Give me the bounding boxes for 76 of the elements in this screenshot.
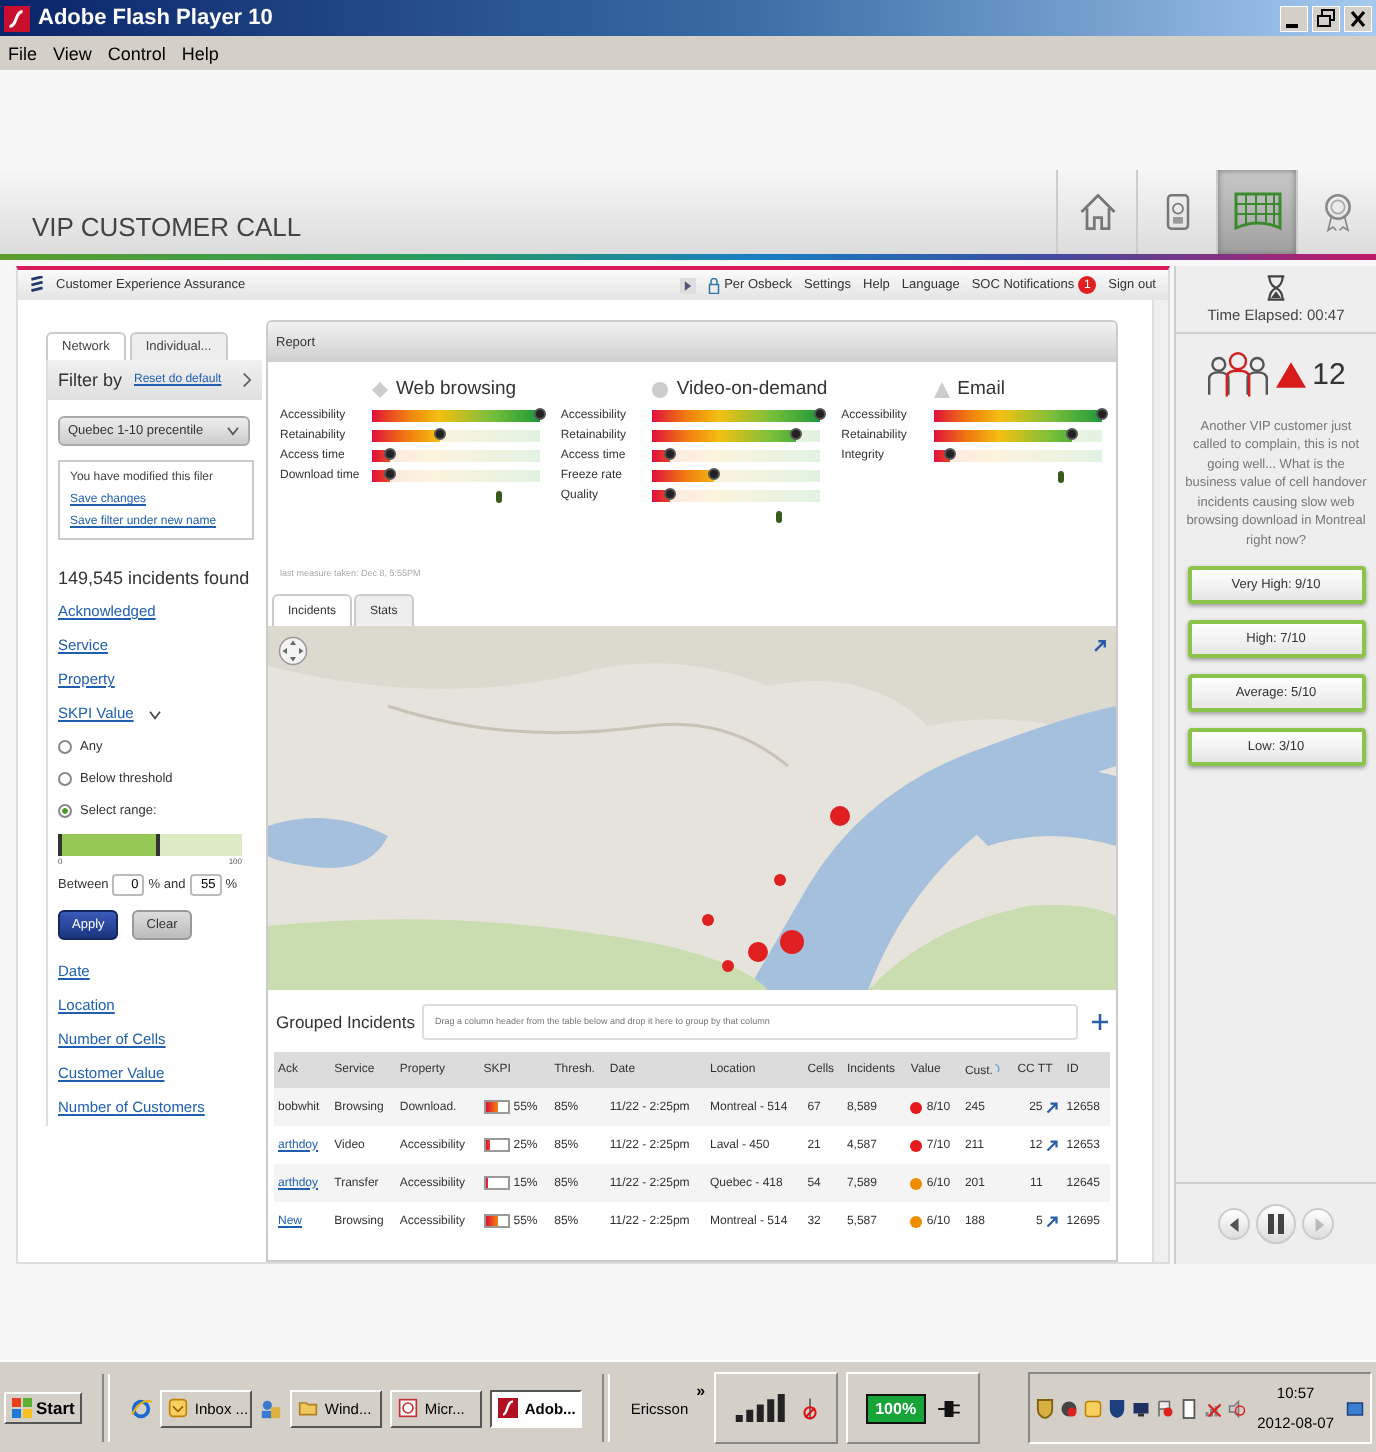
service-name: Web browsing	[396, 378, 517, 400]
shield-icon[interactable]	[1035, 1397, 1054, 1419]
triangle-icon	[933, 381, 950, 397]
disc-icon[interactable]	[1059, 1397, 1078, 1419]
lock-icon	[708, 277, 721, 293]
plug-icon	[938, 1399, 961, 1417]
expand-icon[interactable]	[1092, 638, 1108, 654]
range-slider[interactable]	[58, 834, 242, 856]
antenna-off-icon	[801, 1394, 818, 1422]
start-button[interactable]: Start	[4, 1392, 83, 1424]
speaker-muted-icon[interactable]	[1227, 1397, 1246, 1419]
device-icon[interactable]	[1179, 1397, 1198, 1419]
envelope-icon	[168, 1398, 189, 1418]
windows-logo-icon	[12, 1398, 32, 1418]
chevron-icon[interactable]	[242, 372, 252, 388]
service-name: Video-on-demand	[676, 378, 828, 400]
flash-icon	[4, 5, 30, 31]
arrow-icon[interactable]	[1046, 1139, 1059, 1151]
arrow-icon[interactable]	[1046, 1215, 1059, 1227]
filter-title: Filter by	[58, 370, 123, 390]
radio-button[interactable]	[58, 740, 72, 754]
pause-button[interactable]	[1256, 1204, 1296, 1244]
shield-icon[interactable]	[1107, 1397, 1126, 1419]
window-title: Adobe Flash Player 10	[38, 6, 273, 30]
minimize-icon[interactable]	[1280, 5, 1308, 31]
close-icon[interactable]	[1344, 5, 1372, 31]
threshold-marker-icon	[776, 510, 783, 524]
more-button[interactable]: »	[696, 1382, 706, 1400]
signal-icon	[733, 1394, 790, 1422]
collapse-icon[interactable]	[680, 277, 697, 293]
grid-tab[interactable]	[1216, 170, 1296, 254]
triangle-icon	[1276, 361, 1307, 387]
pause-icon	[1268, 1214, 1284, 1234]
skpi-bar	[483, 1100, 510, 1114]
arrow-icon[interactable]	[1046, 1101, 1059, 1113]
scrollbar[interactable]	[1152, 300, 1168, 1262]
circle-icon	[652, 381, 669, 397]
menu-item[interactable]: Control	[107, 43, 166, 63]
pan-control-icon[interactable]	[278, 636, 308, 666]
previous-button[interactable]	[1218, 1208, 1250, 1240]
add-icon[interactable]	[1092, 1013, 1108, 1029]
threshold-marker-icon	[1057, 470, 1064, 484]
house-icon	[1075, 190, 1119, 234]
app-icon	[398, 1398, 419, 1418]
menu-item[interactable]: Help	[181, 43, 219, 63]
monitor-icon[interactable]	[1131, 1397, 1150, 1419]
skpi-bar	[483, 1138, 510, 1152]
users-icon[interactable]	[260, 1397, 283, 1419]
flash-icon	[498, 1398, 519, 1418]
diamond-icon	[372, 381, 388, 397]
desktop-icon[interactable]	[1346, 1397, 1364, 1419]
radio-button[interactable]	[58, 804, 72, 818]
flag-icon[interactable]	[1155, 1397, 1174, 1419]
threshold-marker-icon	[496, 490, 502, 504]
restore-icon[interactable]	[1312, 5, 1340, 31]
section-title: Grouped Incidents	[276, 1011, 415, 1031]
previous-icon	[1227, 1217, 1241, 1231]
radio-button[interactable]	[58, 772, 72, 786]
next-icon	[1311, 1217, 1325, 1231]
people-icon	[1206, 350, 1271, 398]
menu-item[interactable]: File	[8, 43, 38, 63]
incident-count: 149,545 incidents found	[58, 568, 250, 588]
caret-icon[interactable]	[147, 710, 162, 720]
browser-icon[interactable]	[130, 1397, 153, 1419]
service-name: Email	[957, 378, 1005, 400]
folder-icon	[298, 1398, 319, 1418]
grid-icon	[1231, 188, 1283, 236]
hourglass-icon	[1266, 274, 1286, 302]
skpi-bar	[483, 1176, 510, 1190]
logo-icon	[30, 276, 44, 294]
skpi-bar	[483, 1214, 510, 1228]
battery-indicator: 100%	[865, 1393, 927, 1423]
caret-icon	[226, 426, 240, 436]
page-title: VIP CUSTOMER CALL	[32, 211, 302, 241]
menu-item[interactable]: View	[53, 43, 92, 63]
alert-count: 12	[1312, 357, 1346, 391]
